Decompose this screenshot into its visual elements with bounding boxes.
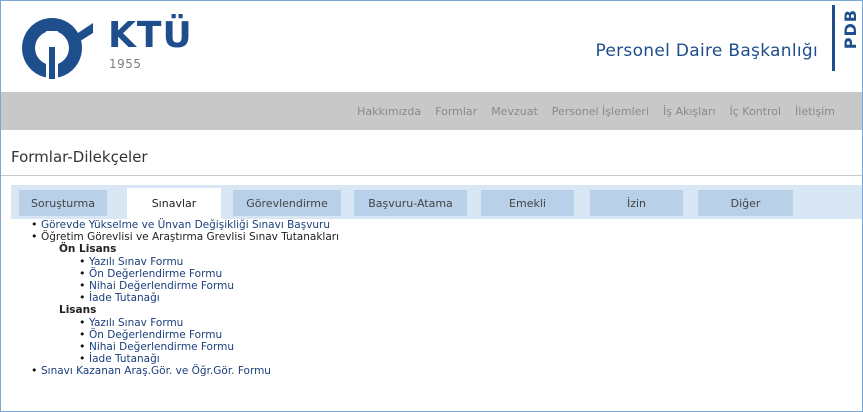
list-item-sinavi-kazanan[interactable]: Sınavı Kazanan Araş.Gör. ve Öğr.Gör. For… — [12, 365, 860, 377]
list-item-gorevde-yukselme[interactable]: Görevde Yükselme ve Ünvan Değişikliği Sı… — [12, 219, 860, 231]
list-item-lisans-yazili-sinav[interactable]: Yazılı Sınav Formu — [12, 317, 860, 329]
tab-emekli[interactable]: Emekli — [481, 190, 574, 216]
page-title: Formlar-Dilekçeler — [11, 148, 148, 166]
nav-items: Hakkımızda Formlar Mevzuat Personel İşle… — [350, 92, 842, 130]
tab-basvuru-atama[interactable]: Başvuru-Atama — [354, 190, 467, 216]
ktu-logo-icon[interactable] — [21, 17, 105, 79]
form-list-end: Sınavı Kazanan Araş.Gör. ve Öğr.Gör. For… — [12, 365, 860, 377]
nav-item-ic-kontrol[interactable]: İç Kontrol — [723, 105, 789, 118]
tab-izin[interactable]: İzin — [590, 190, 683, 216]
list-item-onlisans-yazili-sinav[interactable]: Yazılı Sınav Formu — [12, 256, 860, 268]
onlisans-list: Yazılı Sınav Formu Ön Değerlendirme Form… — [12, 256, 860, 305]
list-item-onlisans-nihai-degerlendirme[interactable]: Nihai Değerlendirme Formu — [12, 280, 860, 292]
department-title: Personel Daire Başkanlığı — [595, 41, 818, 61]
nav-item-personel-islemleri[interactable]: Personel İşlemleri — [545, 105, 656, 118]
onlisans-heading: Ön Lisans — [59, 243, 117, 256]
nav-item-formlar[interactable]: Formlar — [428, 105, 484, 118]
lisans-heading: Lisans — [59, 304, 97, 317]
list-item-lisans-iade-tutanagi[interactable]: İade Tutanağı — [12, 353, 860, 365]
form-list: Görevde Yükselme ve Ünvan Değişikliği Sı… — [12, 219, 860, 244]
nav-item-is-akislari[interactable]: İş Akışları — [656, 105, 723, 118]
logo-year: 1955 — [109, 57, 142, 71]
pdb-label: PDB — [841, 9, 860, 50]
tab-gorevlendirme[interactable]: Görevlendirme — [233, 190, 341, 216]
tab-sinavlar[interactable]: Sınavlar — [127, 188, 221, 219]
list-item-lisans-nihai-degerlendirme[interactable]: Nihai Değerlendirme Formu — [12, 341, 860, 353]
title-divider — [1, 175, 862, 176]
logo-text[interactable]: KTÜ — [108, 18, 193, 54]
lisans-list: Yazılı Sınav Formu Ön Değerlendirme Form… — [12, 317, 860, 366]
list-item-onlisans-on-degerlendirme[interactable]: Ön Değerlendirme Formu — [12, 268, 860, 280]
list-item-onlisans-iade-tutanagi[interactable]: İade Tutanağı — [12, 292, 860, 304]
main-nav: Hakkımızda Formlar Mevzuat Personel İşle… — [1, 92, 862, 130]
list-item-lisans-on-degerlendirme[interactable]: Ön Değerlendirme Formu — [12, 329, 860, 341]
list-item-sinav-tutanaklari: Öğretim Görevlisi ve Araştırma Grevlisi … — [12, 231, 860, 243]
pdb-divider — [832, 5, 835, 71]
tab-diger[interactable]: Diğer — [698, 190, 793, 216]
tab-sorusturma[interactable]: Soruşturma — [19, 190, 107, 216]
tab-content: Görevde Yükselme ve Ünvan Değişikliği Sı… — [12, 219, 860, 405]
nav-item-mevzuat[interactable]: Mevzuat — [484, 105, 545, 118]
sinav-tutanaklari-label: Öğretim Görevlisi ve Araştırma Grevlisi … — [41, 231, 339, 244]
nav-item-hakkimizda[interactable]: Hakkımızda — [350, 105, 428, 118]
site-header: KTÜ 1955 Personel Daire Başkanlığı PDB — [1, 1, 862, 92]
nav-item-iletisim[interactable]: İletişim — [788, 105, 842, 118]
